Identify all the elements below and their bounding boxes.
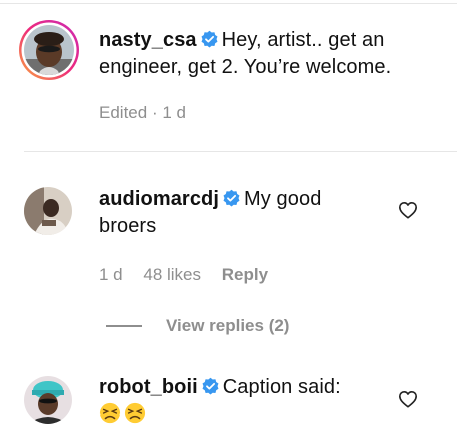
view-replies-label[interactable]: View replies (2) [166, 316, 289, 336]
reply-button[interactable]: Reply [222, 265, 268, 285]
comment-meta: Edited · 1 d [99, 103, 186, 123]
edited-label: Edited [99, 103, 148, 122]
avatar[interactable] [24, 187, 72, 235]
username[interactable]: audiomarcdj [99, 188, 219, 210]
avatar[interactable] [24, 376, 72, 424]
comment-text: nasty_csa Hey, artist.. get an engineer, … [99, 27, 439, 81]
meta-separator: · [151, 103, 158, 122]
persevering-face-emoji [99, 402, 121, 424]
comment-body-line2: broers [99, 215, 157, 237]
avatar[interactable] [18, 19, 80, 81]
comment-body: My good [244, 188, 322, 210]
verified-badge-icon [223, 189, 240, 207]
comment-time: 1 d [99, 265, 123, 284]
divider [24, 151, 457, 152]
comment-body: Caption said: [222, 376, 341, 398]
username[interactable]: nasty_csa [99, 29, 197, 51]
likes-count[interactable]: 48 likes [143, 265, 201, 285]
verified-badge-icon [201, 30, 218, 48]
replies-line [106, 325, 142, 327]
comment-time: 1 d [162, 103, 186, 122]
view-replies-button[interactable]: View replies (2) [106, 316, 289, 336]
comment-text: robot_boii Caption said: [99, 374, 389, 428]
comment-text: audiomarcdj My good broers [99, 186, 389, 240]
heart-outline-icon[interactable] [398, 390, 418, 408]
divider [0, 3, 457, 4]
comment-meta: 1 d 48 likes Reply [99, 265, 268, 285]
persevering-face-emoji [124, 402, 146, 424]
verified-badge-icon [202, 377, 219, 395]
comments-panel: nasty_csa Hey, artist.. get an engineer, … [0, 0, 457, 432]
heart-outline-icon[interactable] [398, 201, 418, 219]
username[interactable]: robot_boii [99, 376, 198, 398]
